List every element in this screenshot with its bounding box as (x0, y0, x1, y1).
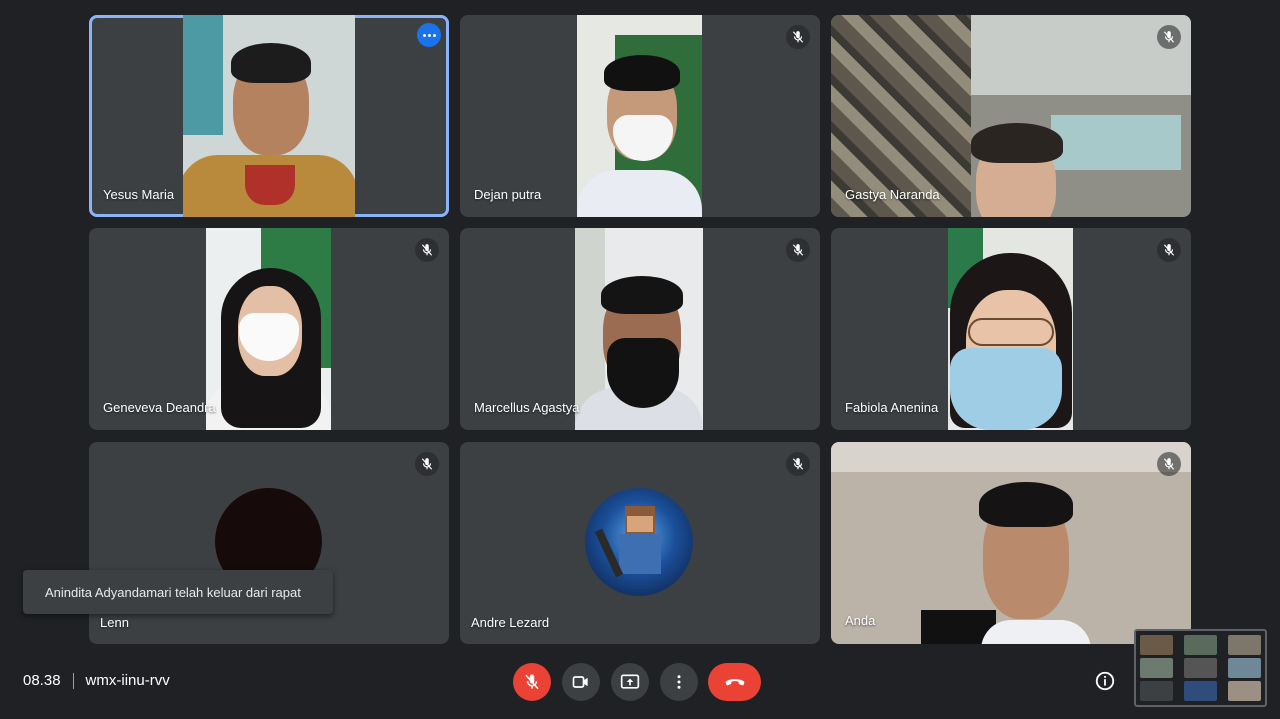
avatar (585, 488, 693, 596)
clock-time: 08.38 (23, 672, 61, 689)
preview-cell (1184, 658, 1217, 678)
mic-off-icon (415, 238, 439, 262)
camera-icon (572, 676, 588, 688)
more-vert-icon (677, 675, 681, 689)
leave-notification-toast: Anindita Adyandamari telah keluar dari r… (23, 570, 333, 614)
preview-cell (1140, 635, 1173, 655)
present-screen-button[interactable] (611, 663, 649, 701)
meeting-details: 08.38 wmx-iinu-rvv (23, 672, 170, 689)
participant-name: Dejan putra (474, 187, 542, 202)
participant-video (575, 228, 703, 430)
mic-off-icon (525, 674, 539, 690)
more-options-button[interactable] (660, 663, 698, 701)
mic-toggle-button[interactable] (513, 663, 551, 701)
participant-tile[interactable]: Geneveva Deandra (89, 228, 449, 430)
participant-name: Gastya Naranda (845, 187, 940, 202)
preview-cell (1184, 681, 1217, 701)
preview-cell (1228, 635, 1261, 655)
screen-preview-thumbnail[interactable] (1134, 629, 1267, 707)
mic-off-icon (786, 238, 810, 262)
meeting-info-button[interactable] (1094, 670, 1116, 692)
mic-off-icon (786, 452, 810, 476)
participant-name: Marcellus Agastya (474, 400, 580, 415)
mic-off-icon (415, 452, 439, 476)
hang-up-icon (725, 679, 744, 686)
participant-tile[interactable]: Marcellus Agastya (460, 228, 820, 430)
participant-name: Andre Lezard (471, 615, 550, 630)
participant-tile[interactable]: Andre Lezard (460, 442, 820, 644)
mic-off-icon (1157, 25, 1181, 49)
toast-message: Anindita Adyandamari telah keluar dari r… (45, 584, 301, 600)
preview-cell (1184, 635, 1217, 655)
preview-cell (1140, 658, 1173, 678)
participant-tile[interactable]: Gastya Naranda (831, 15, 1191, 217)
mic-off-icon (786, 25, 810, 49)
participant-video (831, 442, 1191, 644)
preview-cell (1228, 658, 1261, 678)
present-screen-icon (620, 674, 640, 689)
participant-tile[interactable]: Fabiola Anenina (831, 228, 1191, 430)
divider (72, 672, 74, 689)
participant-name: Yesus Maria (103, 187, 175, 202)
participant-name: Fabiola Anenina (845, 400, 939, 415)
meeting-code: wmx-iinu-rvv (85, 672, 170, 689)
participant-video (206, 228, 331, 430)
participant-name: Geneveva Deandra (103, 400, 216, 415)
self-view-tile[interactable]: Anda (831, 442, 1191, 644)
mic-off-icon (1157, 452, 1181, 476)
participant-name: Lenn (100, 615, 129, 630)
participant-name: Anda (845, 613, 876, 628)
participant-video (577, 15, 702, 217)
participant-video (183, 15, 355, 217)
more-options-icon[interactable] (417, 23, 441, 47)
participant-tile[interactable]: Dejan putra (460, 15, 820, 217)
info-icon (1095, 671, 1115, 691)
participant-tile[interactable]: Yesus Maria (89, 15, 449, 217)
mic-off-icon (1157, 238, 1181, 262)
participant-video (948, 228, 1073, 430)
preview-cell (1228, 681, 1261, 701)
camera-toggle-button[interactable] (562, 663, 600, 701)
leave-call-button[interactable] (708, 663, 761, 701)
preview-cell (1140, 681, 1173, 701)
